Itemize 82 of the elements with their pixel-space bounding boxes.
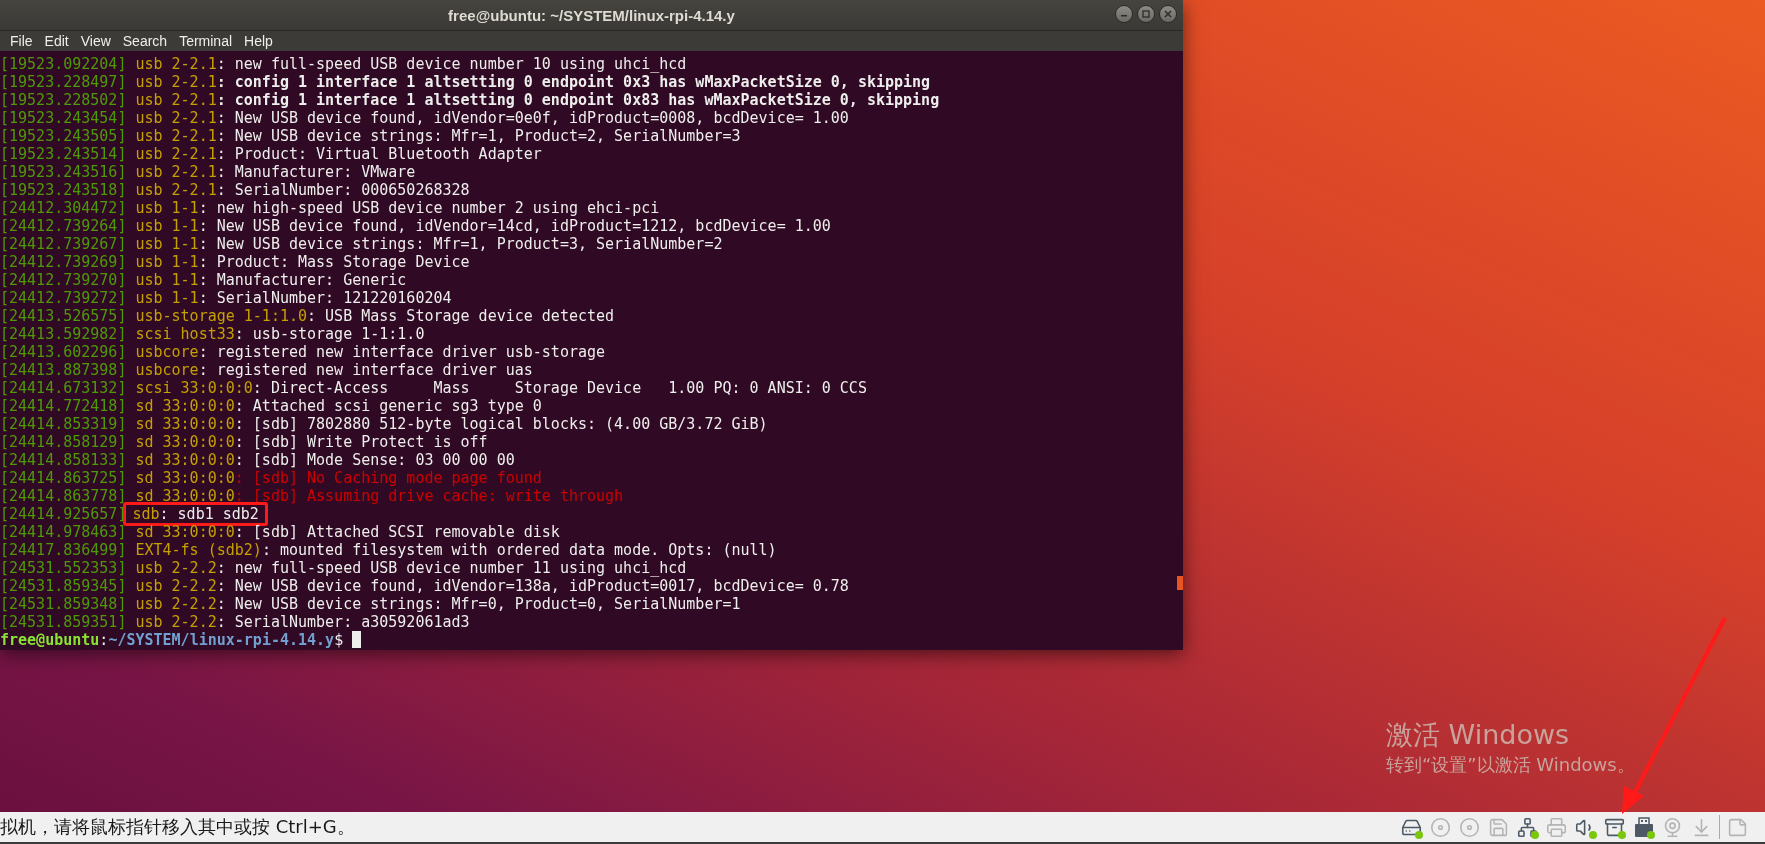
menu-item[interactable]: Edit xyxy=(38,33,75,49)
menu-item[interactable]: Help xyxy=(238,33,279,49)
log-message: scsi host33: usb-storage 1-1:1.0 xyxy=(135,325,425,343)
menu-item[interactable]: Terminal xyxy=(173,33,239,49)
log-message: usb 2-2.1: config 1 interface 1 altsetting 0 endpoint 0x83 has wMaxPacketSize 0, skipping xyxy=(135,91,940,109)
log-timestamp: [19523.243516] xyxy=(0,163,127,181)
log-timestamp: [24414.772418] xyxy=(0,397,127,415)
log-message: usb 1-1: Product: Mass Storage Device xyxy=(135,253,470,271)
log-message: sd 33:0:0:0: [sdb] 7802880 512-byte logical blocks: (4.00 GB/3.72 GiB) xyxy=(135,415,768,433)
log-timestamp: [24414.673132] xyxy=(0,379,127,397)
log-message: usb-storage 1-1:1.0: USB Mass Storage device detected xyxy=(135,307,615,325)
log-timestamp: [24531.552353] xyxy=(0,559,127,577)
log-timestamp: [19523.243505] xyxy=(0,127,127,145)
log-message: usbcore: registered new interface driver usb-storage xyxy=(135,343,606,361)
activation-subtitle: 转到“设置”以激活 Windows。 xyxy=(1386,753,1635,777)
log-message: usb 1-1: New USB device found, idVendor=14cd, idProduct=1212, bcdDevice= 1.00 xyxy=(135,217,831,235)
close-icon xyxy=(1164,10,1172,18)
log-message: usb 1-1: SerialNumber: 121220160204 xyxy=(135,289,452,307)
log-message: usb 2-2.1: Manufacturer: VMware xyxy=(135,163,416,181)
log-message: usb 2-2.2: New USB device strings: Mfr=0, Product=0, SerialNumber=1 xyxy=(135,595,741,613)
log-message: usb 2-2.2: SerialNumber: a30592061ad3 xyxy=(135,613,470,631)
log-timestamp: [24413.602296] xyxy=(0,343,127,361)
log-timestamp: [24531.859345] xyxy=(0,577,127,595)
log-message: usb 2-2.1: SerialNumber: 000650268328 xyxy=(135,181,470,199)
log-message: usb 1-1: new high-speed USB device number 2 using ehci-pci xyxy=(135,199,660,217)
log-timestamp: [24412.739267] xyxy=(0,235,127,253)
log-message: usb 2-2.1: config 1 interface 1 altsetting 0 endpoint 0x3 has wMaxPacketSize 0, skipping xyxy=(135,73,931,91)
log-timestamp: [19523.243514] xyxy=(0,145,127,163)
maximize-button[interactable] xyxy=(1137,5,1155,23)
log-timestamp: [24413.592982] xyxy=(0,325,127,343)
log-message: usbcore: registered new interface driver uas xyxy=(135,361,533,379)
log-timestamp: [24412.304472] xyxy=(0,199,127,217)
log-timestamp: [19523.092204] xyxy=(0,55,127,73)
log-timestamp: [19523.228497] xyxy=(0,73,127,91)
activation-title: 激活 Windows xyxy=(1386,718,1571,752)
log-timestamp: [19523.228502] xyxy=(0,91,127,109)
window-title: free@ubuntu: ~/SYSTEM/linux-rpi-4.14.y xyxy=(448,6,735,24)
log-message: sd 33:0:0:0: [sdb] No Caching mode page found xyxy=(135,469,542,487)
log-message: usb 1-1: Manufacturer: Generic xyxy=(135,271,407,289)
log-timestamp: [24412.739270] xyxy=(0,271,127,289)
log-timestamp: [24413.526575] xyxy=(0,307,127,325)
log-timestamp: [24413.887398] xyxy=(0,361,127,379)
maximize-icon xyxy=(1142,10,1150,18)
log-message: usb 2-2.1: new full-speed USB device number 10 using uhci_hcd xyxy=(135,55,687,73)
log-message: sd 33:0:0:0: [sdb] Assuming drive cache: write through xyxy=(135,487,624,505)
close-button[interactable] xyxy=(1159,5,1177,23)
log-message: usb 2-2.1: New USB device strings: Mfr=1, Product=2, SerialNumber=3 xyxy=(135,127,741,145)
log-timestamp: [24414.858129] xyxy=(0,433,127,451)
log-timestamp: [24414.858133] xyxy=(0,451,127,469)
log-timestamp: [24414.863778] xyxy=(0,487,127,505)
log-timestamp: [24531.859351] xyxy=(0,613,127,631)
log-timestamp: [24412.739269] xyxy=(0,253,127,271)
log-timestamp: [24414.853319] xyxy=(0,415,127,433)
log-message: sd 33:0:0:0: [sdb] Attached SCSI removable disk xyxy=(135,523,560,541)
log-message: usb 2-2.1: New USB device found, idVendor=0e0f, idProduct=0008, bcdDevice= 1.00 xyxy=(135,109,849,127)
log-message: usb 2-2.2: new full-speed USB device number 11 using uhci_hcd xyxy=(135,559,687,577)
network-icon[interactable] xyxy=(1516,815,1539,839)
text-cursor xyxy=(352,631,362,648)
log-timestamp: [24412.739264] xyxy=(0,217,127,235)
menu-item[interactable]: View xyxy=(74,33,117,49)
log-timestamp: [24531.859348] xyxy=(0,595,127,613)
status-message: 拟机，请将鼠标指针移入其中或按 Ctrl+G。 xyxy=(0,815,355,839)
log-message: usb 1-1: New USB device strings: Mfr=1, Product=3, SerialNumber=2 xyxy=(135,235,723,253)
log-message: usb 2-2.2: New USB device found, idVendor=138a, idProduct=0017, bcdDevice= 0.78 xyxy=(135,577,849,595)
log-timestamp: [24414.863725] xyxy=(0,469,127,487)
log-message: sdb: sdb1 sdb2 xyxy=(123,502,268,526)
menu-item[interactable]: File xyxy=(4,33,39,49)
log-message: sd 33:0:0:0: [sdb] Write Protect is off xyxy=(135,433,488,451)
log-message: sd 33:0:0:0: Attached scsi generic sg3 type 0 xyxy=(135,397,542,415)
minimize-button[interactable] xyxy=(1115,5,1133,23)
usb-icon[interactable] xyxy=(1632,815,1655,839)
shell-prompt: free@ubuntu:~/SYSTEM/linux-rpi-4.14.y$ xyxy=(0,631,344,649)
menu-item[interactable]: Search xyxy=(116,33,174,49)
log-timestamp: [24412.739272] xyxy=(0,289,127,307)
log-timestamp: [24417.836499] xyxy=(0,541,127,559)
log-timestamp: [19523.243518] xyxy=(0,181,127,199)
log-message: sd 33:0:0:0: [sdb] Mode Sense: 03 00 00 00 xyxy=(135,451,515,469)
log-message: scsi 33:0:0:0: Direct-Access Mass Storage Device 1.00 PQ: 0 ANSI: 0 CCS xyxy=(135,379,867,397)
log-message: EXT4-fs (sdb2): mounted filesystem with ordered data mode. Opts: (null) xyxy=(135,541,777,559)
log-timestamp: [24414.978463] xyxy=(0,523,127,541)
log-message: usb 2-2.1: Product: Virtual Bluetooth Adapter xyxy=(135,145,542,163)
log-timestamp: [19523.243454] xyxy=(0,109,127,127)
